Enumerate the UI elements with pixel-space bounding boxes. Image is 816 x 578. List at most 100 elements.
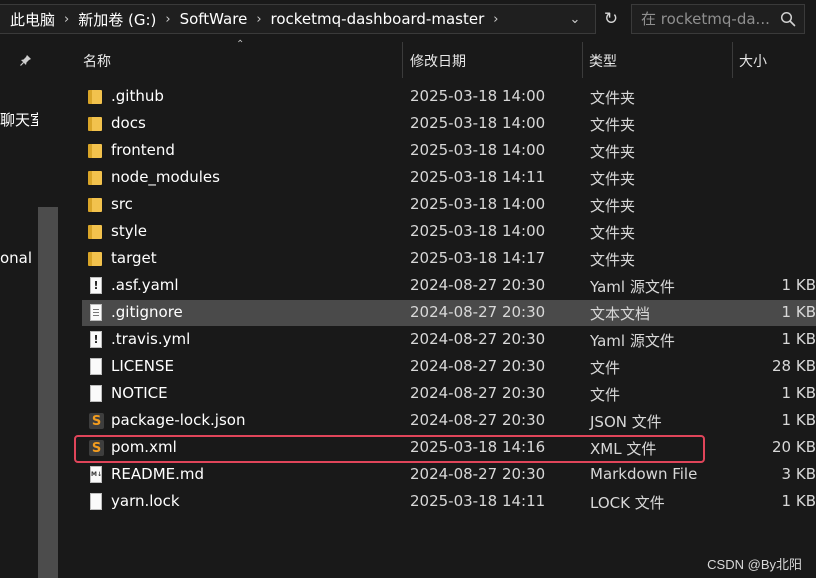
pin-shape: [20, 55, 31, 66]
file-size: 1 KB: [781, 303, 816, 321]
file-name: node_modules: [111, 168, 220, 186]
file-size: 3 KB: [781, 465, 816, 483]
file-row[interactable]: src 2025-03-18 14:00 文件夹: [82, 192, 816, 218]
nav-item-partial[interactable]: 聊天室: [0, 109, 38, 130]
file-type: Yaml 源文件: [590, 278, 675, 296]
file-row[interactable]: .github 2025-03-18 14:00 文件夹: [82, 84, 816, 110]
file-size: 1 KB: [781, 411, 816, 429]
file-size: 20 KB: [772, 438, 816, 456]
file-type: Markdown File: [590, 465, 698, 483]
file-row[interactable]: yarn.lock 2025-03-18 14:11 LOCK 文件 1 KB: [82, 489, 816, 515]
annotation-highlight-box: [74, 435, 705, 463]
file-name: .travis.yml: [111, 330, 191, 348]
file-date: 2025-03-18 14:11: [410, 492, 546, 510]
folder-icon: [88, 223, 104, 241]
column-header-type[interactable]: 类型: [589, 51, 617, 71]
file-row[interactable]: NOTICE 2024-08-27 20:30 文件 1 KB: [82, 381, 816, 407]
yaml-file-icon: !: [88, 277, 104, 295]
file-name: style: [111, 222, 147, 240]
file-type: Yaml 源文件: [590, 332, 675, 350]
file-row[interactable]: LICENSE 2024-08-27 20:30 文件 28 KB: [82, 354, 816, 380]
file-row[interactable]: frontend 2025-03-18 14:00 文件夹: [82, 138, 816, 164]
breadcrumb-separator[interactable]: ›: [64, 12, 69, 27]
file-date: 2025-03-18 14:00: [410, 114, 546, 132]
file-date: 2025-03-18 14:11: [410, 168, 546, 186]
file-name: .gitignore: [111, 303, 183, 321]
file-list: ⌃ 名称 修改日期 类型 大小 .github 2025-03-18 14:00 文…: [60, 39, 816, 578]
sublime-file-icon: S: [88, 412, 104, 430]
search-input[interactable]: [641, 10, 775, 28]
file-name: yarn.lock: [111, 492, 180, 510]
column-header-date[interactable]: 修改日期: [410, 51, 466, 71]
file-date: 2024-08-27 20:30: [410, 303, 546, 321]
pin-icon[interactable]: [20, 54, 32, 70]
breadcrumb-drive[interactable]: 新加卷 (G:): [78, 9, 156, 30]
breadcrumb-current-folder[interactable]: rocketmq-dashboard-master: [271, 10, 485, 28]
address-dropdown-icon[interactable]: ⌄: [568, 4, 582, 34]
column-divider[interactable]: [732, 42, 733, 78]
file-type: LOCK 文件: [590, 494, 665, 512]
markdown-file-icon: M↓: [88, 466, 104, 484]
file-date: 2025-03-18 14:00: [410, 195, 546, 213]
file-date: 2024-08-27 20:30: [410, 411, 546, 429]
file-type: 文件夹: [590, 116, 636, 134]
file-date: 2025-03-18 14:00: [410, 222, 546, 240]
file-name: target: [111, 249, 157, 267]
nav-item-partial[interactable]: onal: [0, 249, 38, 267]
file-name: .asf.yaml: [111, 276, 179, 294]
search-icon[interactable]: [780, 11, 796, 27]
file-type: 文件夹: [590, 224, 636, 242]
text-file-icon: [88, 304, 104, 322]
folder-icon: [88, 169, 104, 187]
file-icon: [88, 493, 104, 511]
file-row[interactable]: docs 2025-03-18 14:00 文件夹: [82, 111, 816, 137]
column-header-size[interactable]: 大小: [739, 51, 767, 71]
breadcrumb-software[interactable]: SoftWare: [180, 10, 248, 28]
file-size: 28 KB: [772, 357, 816, 375]
file-name: frontend: [111, 141, 175, 159]
file-type: 文件夹: [590, 251, 636, 269]
breadcrumb-separator[interactable]: ›: [493, 12, 498, 27]
file-icon: [88, 358, 104, 376]
file-row[interactable]: Spackage-lock.json 2024-08-27 20:30 JSON 文…: [82, 408, 816, 434]
file-date: 2024-08-27 20:30: [410, 357, 546, 375]
file-row[interactable]: ! .asf.yaml 2024-08-27 20:30 Yaml 源文件 1 KB: [82, 273, 816, 299]
address-bar[interactable]: 此电脑 › 新加卷 (G:) › SoftWare › rocketmq-das…: [0, 4, 596, 34]
breadcrumb-this-pc[interactable]: 此电脑: [10, 9, 55, 30]
file-type: 文件: [590, 386, 621, 404]
file-type: 文件夹: [590, 143, 636, 161]
file-icon: [88, 385, 104, 403]
file-name: .github: [111, 87, 164, 105]
file-row[interactable]: .gitignore 2024-08-27 20:30 文本文档 1 KB: [82, 300, 816, 326]
breadcrumb-separator[interactable]: ›: [165, 12, 170, 27]
file-name: src: [111, 195, 133, 213]
address-bar-area: 此电脑 › 新加卷 (G:) › SoftWare › rocketmq-das…: [0, 0, 816, 42]
refresh-icon[interactable]: ↻: [598, 4, 624, 34]
file-row[interactable]: target 2025-03-18 14:17 文件夹: [82, 246, 816, 272]
yaml-file-icon: !: [88, 331, 104, 349]
search-box[interactable]: [631, 4, 805, 34]
file-name: README.md: [111, 465, 205, 483]
folder-icon: [88, 142, 104, 160]
file-type: JSON 文件: [590, 413, 662, 431]
file-row[interactable]: M↓ README.md 2024-08-27 20:30 Markdown File…: [82, 462, 816, 488]
column-header-name[interactable]: 名称: [83, 51, 111, 71]
column-divider[interactable]: [402, 42, 403, 78]
file-name: NOTICE: [111, 384, 168, 402]
sort-ascending-icon: ⌃: [236, 39, 245, 50]
navigation-pane: 聊天室 onal: [0, 42, 60, 578]
file-row[interactable]: style 2025-03-18 14:00 文件夹: [82, 219, 816, 245]
file-size: 1 KB: [781, 330, 816, 348]
folder-icon: [88, 250, 104, 268]
file-date: 2024-08-27 20:30: [410, 330, 546, 348]
file-size: 1 KB: [781, 276, 816, 294]
column-divider[interactable]: [582, 42, 583, 78]
column-header-row: ⌃ 名称 修改日期 类型 大小: [60, 39, 816, 78]
file-date: 2025-03-18 14:00: [410, 87, 546, 105]
nav-scrollbar[interactable]: [38, 207, 58, 578]
file-row[interactable]: node_modules 2025-03-18 14:11 文件夹: [82, 165, 816, 191]
file-row[interactable]: ! .travis.yml 2024-08-27 20:30 Yaml 源文件 1 KB: [82, 327, 816, 353]
breadcrumb-separator[interactable]: ›: [256, 12, 261, 27]
folder-icon: [88, 115, 104, 133]
folder-icon: [88, 196, 104, 214]
